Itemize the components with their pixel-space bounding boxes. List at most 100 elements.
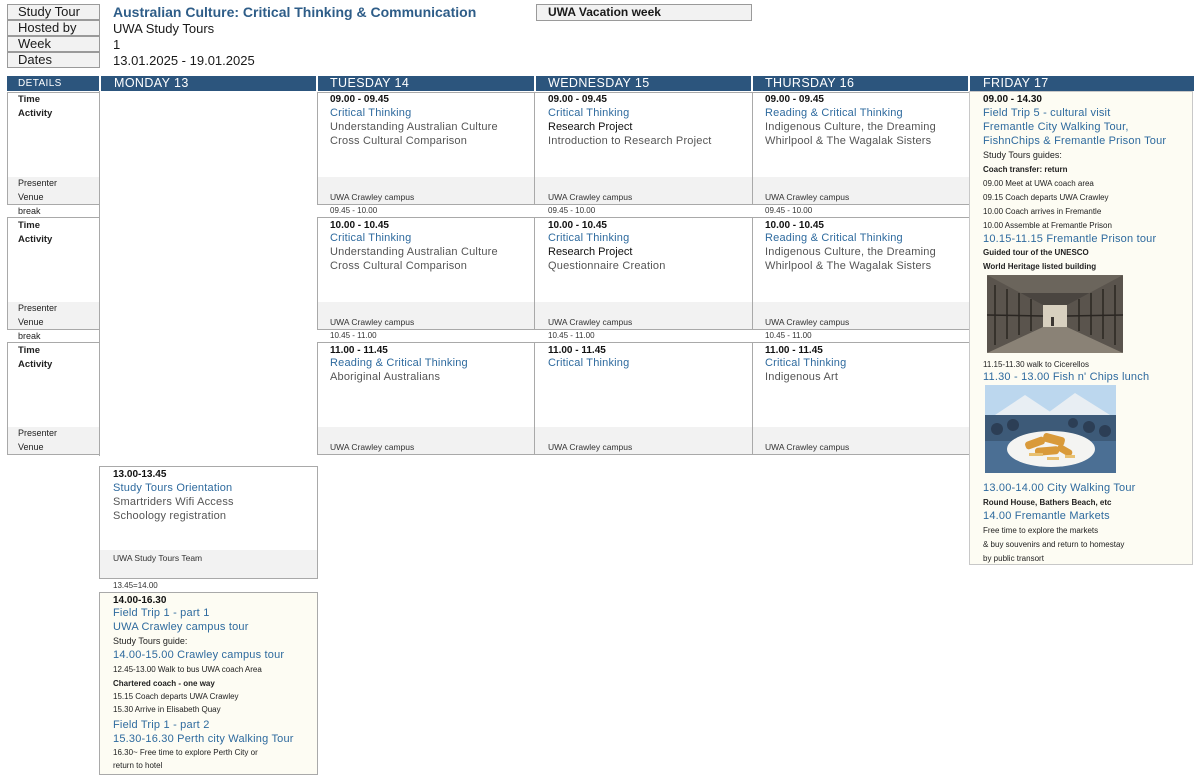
session-detail: Understanding Australian Culture [330, 121, 498, 133]
orientation-time: 13.00-13.45 [113, 469, 167, 480]
session-time: 09.00 - 09.45 [330, 94, 389, 105]
fish-and-chips-photo [985, 385, 1116, 473]
session-venue: UWA Crawley campus [548, 442, 633, 452]
header-divider [316, 76, 318, 91]
session-detail: Research Project [548, 121, 633, 133]
field-trip-title: Field Trip 1 - part 1 [113, 607, 210, 619]
session-venue: UWA Crawley campus [548, 192, 633, 202]
session-detail: Questionnaire Creation [548, 260, 666, 272]
week-value: 1 [113, 37, 121, 52]
session-title: Reading & Critical Thinking [765, 107, 903, 119]
friday-title: 14.00 Fremantle Markets [983, 510, 1110, 522]
field-trip-detail: 15.30 Arrive in Elisabeth Quay [113, 705, 221, 714]
friday-title: Field Trip 5 - cultural visit [983, 107, 1111, 119]
field-trip-title: 15.30-16.30 Perth city Walking Tour [113, 733, 294, 745]
session-venue: UWA Crawley campus [765, 192, 850, 202]
session-detail: Indigenous Culture, the Dreaming [765, 246, 936, 258]
day-header-monday: MONDAY 13 [114, 76, 189, 90]
details-venue-label: Venue [18, 192, 44, 202]
session-row-2-grey [318, 302, 969, 329]
friday-detail: 11.15-11.30 walk to Cicerellos [983, 360, 1089, 369]
friday-detail: Round House, Bathers Beach, etc [983, 498, 1112, 507]
session-title: Reading & Critical Thinking [330, 357, 468, 369]
column-divider [534, 342, 535, 455]
details-activity-label: Activity [18, 108, 53, 119]
details-presenter-label: Presenter [18, 428, 58, 438]
session-venue: UWA Crawley campus [548, 317, 633, 327]
column-divider [534, 217, 535, 330]
dates-value: 13.01.2025 - 19.01.2025 [113, 53, 255, 68]
column-divider [752, 217, 753, 330]
prison-corridor-photo [987, 275, 1123, 353]
header-divider [751, 76, 753, 91]
session-title: Critical Thinking [548, 232, 630, 244]
orientation-detail: Smartriders Wifi Access [113, 496, 234, 508]
day-header-tuesday: TUESDAY 14 [330, 76, 410, 90]
details-break-label: break [18, 331, 41, 341]
details-venue-label: Venue [18, 317, 44, 327]
friday-time: 09.00 - 14.30 [983, 94, 1042, 105]
details-presenter-label: Presenter [18, 178, 58, 188]
header-divider [534, 76, 536, 91]
session-detail: Understanding Australian Culture [330, 246, 498, 258]
friday-detail: 09.15 Coach departs UWA Crawley [983, 193, 1109, 202]
column-divider [534, 92, 535, 205]
friday-detail: World Heritage listed building [983, 262, 1097, 271]
session-time: 10.00 - 10.45 [330, 220, 389, 231]
session-time: 11.00 - 11.45 [765, 345, 823, 356]
friday-detail: Study Tours guides: [983, 150, 1062, 160]
monday-column-border [99, 91, 100, 456]
friday-detail: Coach transfer: return [983, 165, 1068, 174]
field-trip-detail: 16.30~ Free time to explore Perth City o… [113, 748, 258, 757]
session-title: Critical Thinking [330, 107, 412, 119]
session-title: Critical Thinking [765, 357, 847, 369]
session-venue: UWA Crawley campus [765, 442, 850, 452]
session-title: Reading & Critical Thinking [765, 232, 903, 244]
field-trip-detail: Chartered coach - one way [113, 679, 215, 688]
session-detail: Cross Cultural Comparison [330, 135, 468, 147]
session-time: 11.00 - 11.45 [548, 345, 606, 356]
break-time: 10.45 - 11.00 [548, 331, 595, 340]
details-activity-label: Activity [18, 359, 53, 370]
details-time-label: Time [18, 220, 41, 231]
orientation-presenter: UWA Study Tours Team [113, 553, 203, 563]
session-detail: Cross Cultural Comparison [330, 260, 468, 272]
friday-title: Fremantle City Walking Tour, [983, 121, 1129, 133]
break-time: 09.45 - 10.00 [765, 206, 813, 215]
orientation-detail: Schoology registration [113, 510, 227, 522]
field-trip-title: UWA Crawley campus tour [113, 621, 249, 633]
session-title: Critical Thinking [548, 357, 630, 369]
day-header-details: DETAILS [18, 78, 62, 89]
details-break-label: break [18, 206, 41, 216]
header-divider [99, 76, 101, 91]
session-row-3-grey [318, 427, 969, 454]
column-divider [752, 92, 753, 205]
details-venue-label: Venue [18, 442, 44, 452]
label-hosted-by: Hosted by [7, 20, 100, 36]
course-title: Australian Culture: Critical Thinking & … [113, 4, 477, 20]
friday-detail: & buy souvenirs and return to homestay [983, 540, 1125, 549]
session-venue: UWA Crawley campus [330, 442, 415, 452]
details-activity-label: Activity [18, 234, 53, 245]
details-time-label: Time [18, 94, 41, 105]
field-trip-detail: return to hotel [113, 761, 163, 770]
break-time: 10.45 - 11.00 [330, 331, 377, 340]
orientation-title: Study Tours Orientation [113, 482, 233, 494]
day-header-wednesday: WEDNESDAY 15 [548, 76, 650, 90]
header-divider [968, 76, 970, 91]
friday-detail: 10.00 Coach arrives in Fremantle [983, 207, 1102, 216]
field-trip-detail: 15.15 Coach departs UWA Crawley [113, 692, 239, 701]
session-detail: Whirlpool & The Wagalak Sisters [765, 260, 932, 272]
session-row-1-grey [318, 177, 969, 204]
session-detail: Aboriginal Australians [330, 371, 441, 383]
break-time: 09.45 - 10.00 [330, 206, 378, 215]
break-time: 10.45 - 11.00 [765, 331, 812, 340]
session-detail: Indigenous Art [765, 371, 839, 383]
session-time: 09.00 - 09.45 [765, 94, 824, 105]
friday-title: 10.15-11.15 Fremantle Prison tour [983, 233, 1157, 245]
label-week: Week [7, 36, 100, 52]
session-time: 10.00 - 10.45 [765, 220, 824, 231]
session-venue: UWA Crawley campus [330, 192, 415, 202]
friday-title: 13.00-14.00 City Walking Tour [983, 482, 1136, 494]
hosted-by-value: UWA Study Tours [113, 21, 215, 36]
